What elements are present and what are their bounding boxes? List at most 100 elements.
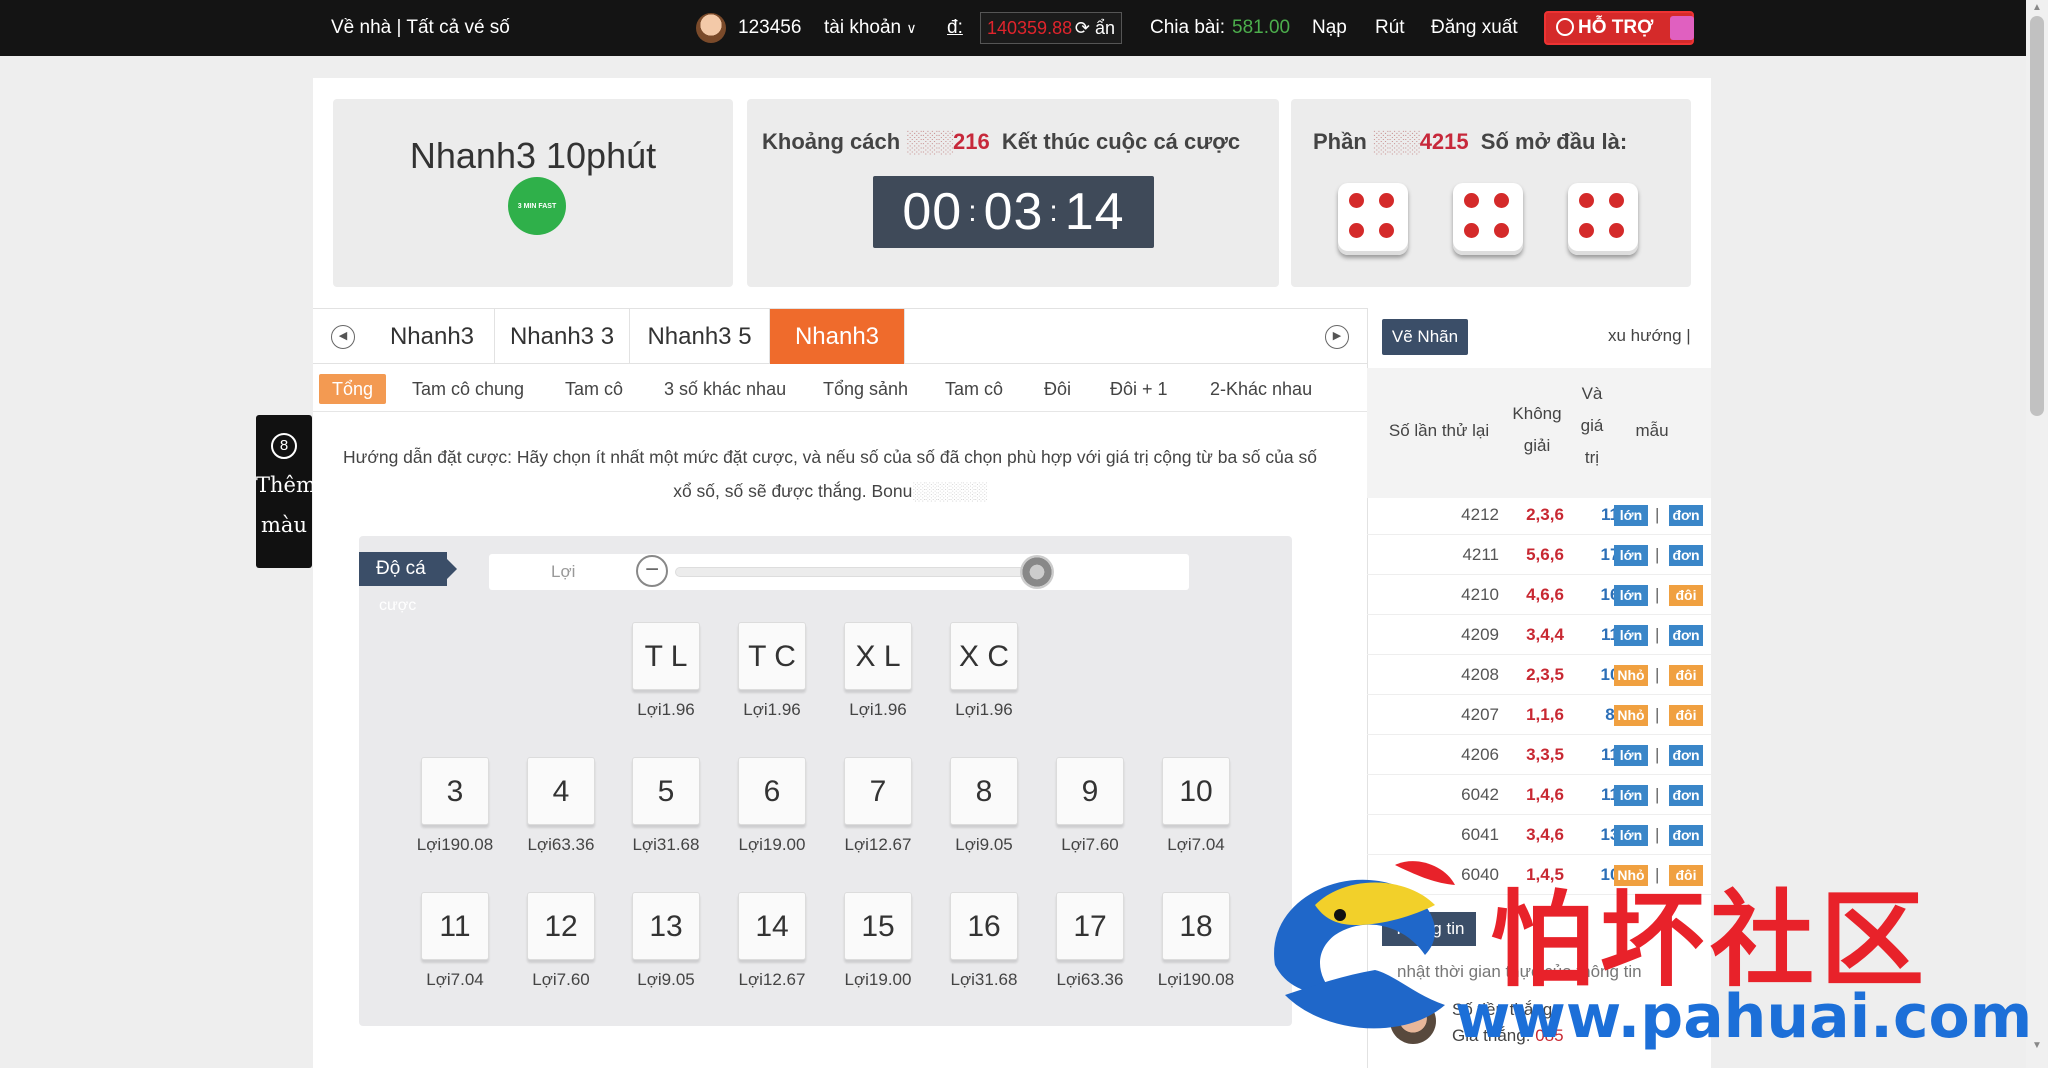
subtab-tam-co[interactable]: Tam cô <box>565 374 623 404</box>
bet-option-tc[interactable]: T C <box>738 622 806 690</box>
history-row: 4209 3,4,4 11 lớn | đơn <box>1367 615 1711 655</box>
history-parity-badge: đơn <box>1669 825 1703 846</box>
support-button[interactable]: HỖ TRỢ <box>1544 11 1694 45</box>
history-result: 5,6,6 <box>1526 545 1564 564</box>
bet-odds: Lợi12.67 <box>722 970 822 990</box>
chevron-down-icon: ∨ <box>906 20 917 36</box>
bet-option-xc[interactable]: X C <box>950 622 1018 690</box>
history-result: 3,3,5 <box>1526 745 1564 764</box>
odds-prefix: Lợi <box>1157 970 1183 989</box>
bet-option-13[interactable]: 13 <box>632 892 700 960</box>
bet-option-6[interactable]: 6 <box>738 757 806 825</box>
history-result: 3,4,6 <box>1526 825 1564 844</box>
header-pattern: mẫu <box>1635 421 1669 440</box>
share-value: 581.00 <box>1232 17 1291 38</box>
odds-value: 1.96 <box>661 700 695 719</box>
top-bar: Về nhà | Tất cả vé số 123456 tài khoản ∨… <box>0 0 2048 56</box>
bet-option-3[interactable]: 3 <box>421 757 489 825</box>
balance-value: 140359.88 <box>987 18 1073 38</box>
share-label: Chia bài: <box>1150 17 1225 38</box>
subtab-doi-plus-1[interactable]: Đôi + 1 <box>1110 374 1168 404</box>
history-issue: 6042 <box>1461 785 1499 804</box>
tab-nhanh3-5[interactable]: Nhanh3 5 <box>630 309 770 364</box>
hide-balance-button[interactable]: ⟳ ẩn <box>1075 13 1115 43</box>
chat-icon[interactable] <box>1670 16 1694 40</box>
history-issue: 6041 <box>1461 825 1499 844</box>
odds-prefix: Lợi <box>844 835 869 854</box>
bet-option-15[interactable]: 15 <box>844 892 912 960</box>
game-info-box: Nhanh3 10phút 3 MIN FAST <box>333 99 733 287</box>
bet-option-5[interactable]: 5 <box>632 757 700 825</box>
separator: | <box>1655 705 1660 724</box>
history-parity-badge: đơn <box>1669 745 1703 766</box>
die-2 <box>1453 183 1523 255</box>
history-result: 3,4,4 <box>1526 625 1564 644</box>
game-tabs: ◀ Nhanh3 Nhanh3 3 Nhanh3 5 Nhanh3 ▶ <box>313 308 1367 364</box>
bet-option-11[interactable]: 11 <box>421 892 489 960</box>
odds-value: 190.08 <box>1182 970 1235 989</box>
bet-option-18[interactable]: 18 <box>1162 892 1230 960</box>
subtab-2-khac-nhau[interactable]: 2-Khác nhau <box>1210 374 1312 404</box>
subtab-tong-sanh[interactable]: Tổng sảnh <box>823 374 908 404</box>
subtab-3-so-khac-nhau[interactable]: 3 số khác nhau <box>664 374 786 404</box>
bet-option-9[interactable]: 9 <box>1056 757 1124 825</box>
bet-option-4[interactable]: 4 <box>527 757 595 825</box>
bet-option-10[interactable]: 10 <box>1162 757 1230 825</box>
subtab-tong[interactable]: Tổng <box>319 374 387 404</box>
odds-value: 1.96 <box>873 700 907 719</box>
tab-nhanh3[interactable]: Nhanh3 <box>370 309 495 364</box>
tabs-next-icon[interactable]: ▶ <box>1325 325 1349 349</box>
subtab-tam-co-2[interactable]: Tam cô <box>945 374 1003 404</box>
odds-value: 9.05 <box>661 970 695 989</box>
bet-option-16[interactable]: 16 <box>950 892 1018 960</box>
bet-option-12[interactable]: 12 <box>527 892 595 960</box>
game-logo-icon: 3 MIN FAST <box>508 177 566 235</box>
tab-nhanh3-active[interactable]: Nhanh3 <box>770 309 905 364</box>
bet-option-7[interactable]: 7 <box>844 757 912 825</box>
minus-icon[interactable]: − <box>636 555 668 587</box>
die-pip <box>1349 223 1364 238</box>
history-size-badge: lớn <box>1614 585 1648 606</box>
refresh-icon[interactable]: ⟳ <box>1075 18 1090 38</box>
trend-link[interactable]: xu hướng | <box>1608 326 1691 346</box>
bet-guide: Hướng dẫn đặt cược: Hãy chọn ít nhất một… <box>330 440 1330 508</box>
bet-option-14[interactable]: 14 <box>738 892 806 960</box>
withdraw-link[interactable]: Rút <box>1375 0 1405 56</box>
add-color-widget[interactable]: 8 Thêm màu <box>256 415 316 568</box>
logout-link[interactable]: Đăng xuất <box>1431 0 1518 56</box>
tab-nhanh3-3[interactable]: Nhanh3 3 <box>495 309 630 364</box>
account-menu[interactable]: tài khoản ∨ <box>824 0 917 56</box>
separator: | <box>1655 545 1660 564</box>
odds-prefix: Lợi <box>950 970 975 989</box>
odds-prefix: Lợi <box>1061 835 1086 854</box>
home-link[interactable]: Về nhà | Tất cả vé số <box>331 0 510 56</box>
bet-odds: Lợi7.60 <box>1040 835 1140 855</box>
odds-prefix: Lợi <box>632 835 657 854</box>
bet-option-xl[interactable]: X L <box>844 622 912 690</box>
draw-chart-button[interactable]: Vẽ Nhãn <box>1382 319 1468 355</box>
odds-value: 63.36 <box>551 835 595 854</box>
scrollbar-thumb[interactable] <box>2030 16 2044 416</box>
bet-option-tl[interactable]: T L <box>632 622 700 690</box>
bet-odds: Lợi190.08 <box>405 835 505 855</box>
scroll-up-icon[interactable]: ▲ <box>2030 2 2044 16</box>
tabs-prev-icon[interactable]: ◀ <box>331 325 355 349</box>
bet-amount-button[interactable]: Độ cá <box>359 552 457 586</box>
bet-odds: Lợi31.68 <box>616 835 716 855</box>
subtab-tam-co-chung[interactable]: Tam cô chung <box>412 374 524 404</box>
odds-prefix: Lợi <box>527 835 552 854</box>
headset-icon <box>1556 18 1574 36</box>
currency-label: đ: <box>947 17 963 38</box>
user-avatar[interactable] <box>696 13 726 43</box>
bet-option-17[interactable]: 17 <box>1056 892 1124 960</box>
guide-line-1: Hướng dẫn đặt cược: Hãy chọn ít nhất một… <box>343 447 1317 467</box>
bet-option-8[interactable]: 8 <box>950 757 1018 825</box>
bet-odds: Lợi63.36 <box>1040 970 1140 990</box>
deposit-link[interactable]: Nạp <box>1312 0 1347 56</box>
die-pip <box>1379 193 1394 208</box>
history-row: 4212 2,3,6 11 lớn | đơn <box>1367 495 1711 535</box>
die-pip <box>1349 193 1364 208</box>
subtab-doi[interactable]: Đôi <box>1044 374 1071 404</box>
slider-handle-icon[interactable] <box>1020 555 1054 589</box>
rebate-slider-track[interactable] <box>675 567 1032 577</box>
